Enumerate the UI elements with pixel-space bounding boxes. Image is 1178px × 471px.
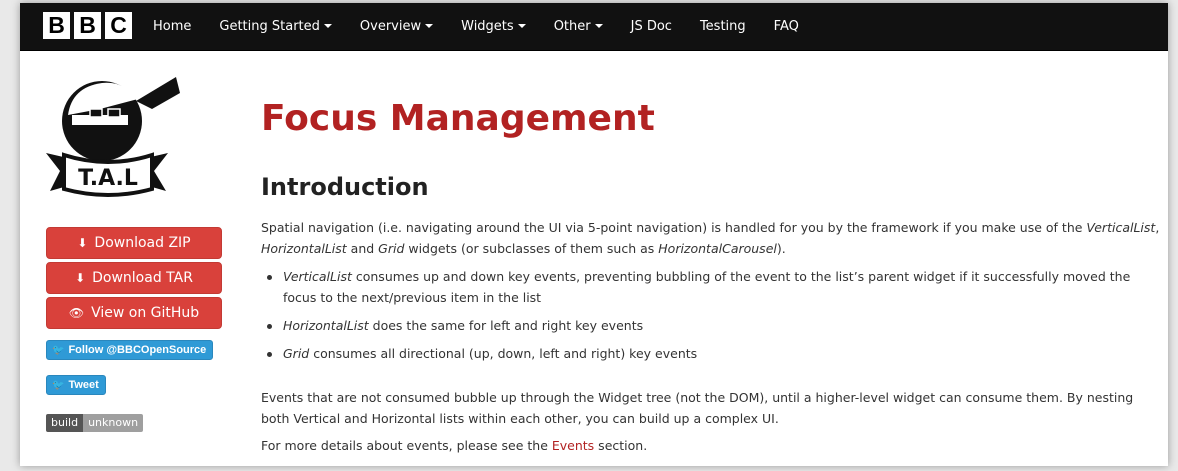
caret-down-icon <box>517 24 526 28</box>
nav-label: FAQ <box>773 19 799 34</box>
text-run: , <box>1155 220 1160 235</box>
text-run: consumes up and down key events, prevent… <box>283 269 1131 305</box>
caret-down-icon <box>594 24 603 28</box>
section-heading: Introduction <box>261 173 429 201</box>
download-tar-label: Download TAR <box>92 270 193 286</box>
nav-testing[interactable]: Testing <box>700 19 746 34</box>
nav-label: Getting Started <box>219 19 320 34</box>
twitter-bird-icon: 🐦 <box>52 379 65 391</box>
text-run: does the same for left and right key eve… <box>368 318 644 333</box>
nav-other[interactable]: Other <box>554 19 603 34</box>
class-name: HorizontalList <box>261 241 347 256</box>
list-item: HorizontalList does the same for left an… <box>261 315 1161 336</box>
list-item: Grid consumes all directional (up, down,… <box>261 343 1161 364</box>
nav-label: Other <box>553 19 591 34</box>
nav-home[interactable]: Home <box>153 19 191 34</box>
main-nav: Home Getting Started Overview Widgets Ot… <box>153 3 827 50</box>
follow-twitter-button[interactable]: 🐦 Follow @BBCOpenSource <box>46 340 214 360</box>
caret-down-icon <box>323 24 332 28</box>
eye-icon: 👁 <box>68 306 85 320</box>
events-link[interactable]: Events <box>552 438 594 453</box>
list-item: VerticalList consumes up and down key ev… <box>261 266 1161 308</box>
text-run: ). <box>776 241 786 256</box>
tweet-label: Tweet <box>68 379 99 391</box>
class-name: VerticalList <box>283 269 352 284</box>
class-name: VerticalList <box>1086 220 1156 235</box>
class-name: HorizontalList <box>283 318 369 333</box>
logo-text: T.A.L <box>78 166 138 191</box>
page-title: Focus Management <box>261 98 655 139</box>
download-icon: ⬇ <box>77 236 88 250</box>
nav-label: Testing <box>699 19 746 34</box>
download-zip-button[interactable]: ⬇ Download ZIP <box>46 227 222 259</box>
details-paragraph: For more details about events, please se… <box>261 435 1161 456</box>
class-name: Grid <box>378 241 405 256</box>
text-run: consumes all directional (up, down, left… <box>309 346 698 361</box>
text-run: For more details about events, please se… <box>261 438 552 453</box>
intro-paragraph: Spatial navigation (i.e. navigating arou… <box>261 217 1161 259</box>
tweet-button[interactable]: 🐦 Tweet <box>46 375 106 395</box>
bbc-logo[interactable]: B B C <box>43 12 132 39</box>
nav-faq[interactable]: FAQ <box>774 19 799 34</box>
bullet-list: VerticalList consumes up and down key ev… <box>261 266 1161 371</box>
view-github-label: View on GitHub <box>91 305 200 321</box>
download-tar-button[interactable]: ⬇ Download TAR <box>46 262 222 294</box>
badge-label: build <box>46 414 84 432</box>
text-run: section. <box>594 438 648 453</box>
nav-label: Overview <box>359 19 422 34</box>
class-name: Grid <box>283 346 310 361</box>
nav-getting-started[interactable]: Getting Started <box>219 19 332 34</box>
nav-label: Widgets <box>461 19 514 34</box>
download-zip-label: Download ZIP <box>94 235 191 251</box>
nav-widgets[interactable]: Widgets <box>461 19 526 34</box>
view-github-button[interactable]: 👁 View on GitHub <box>46 297 222 329</box>
nav-overview[interactable]: Overview <box>359 19 434 34</box>
follow-label: Follow @BBCOpenSource <box>68 344 207 356</box>
twitter-bird-icon: 🐦 <box>52 344 65 356</box>
tal-logo: T.A.L <box>46 77 180 197</box>
badge-value: unknown <box>83 414 144 432</box>
bbc-logo-letter: C <box>105 12 132 39</box>
text-run: Spatial navigation (i.e. navigating arou… <box>261 220 1087 235</box>
bbc-logo-letter: B <box>74 12 101 39</box>
browser-page: B B C Home Getting Started Overview Widg… <box>20 3 1168 466</box>
nav-label: Home <box>153 19 192 34</box>
build-status-badge[interactable]: build unknown <box>46 414 144 432</box>
caret-down-icon <box>425 24 434 28</box>
nav-js-doc[interactable]: JS Doc <box>631 19 672 34</box>
top-navbar: B B C Home Getting Started Overview Widg… <box>20 3 1168 51</box>
text-run: widgets (or subclasses of them such as <box>404 241 659 256</box>
text-run: and <box>346 241 379 256</box>
download-icon: ⬇ <box>75 271 86 285</box>
nav-label: JS Doc <box>630 19 672 34</box>
class-name: HorizontalCarousel <box>658 241 777 256</box>
events-paragraph: Events that are not consumed bubble up t… <box>261 390 1134 426</box>
bbc-logo-letter: B <box>43 12 70 39</box>
